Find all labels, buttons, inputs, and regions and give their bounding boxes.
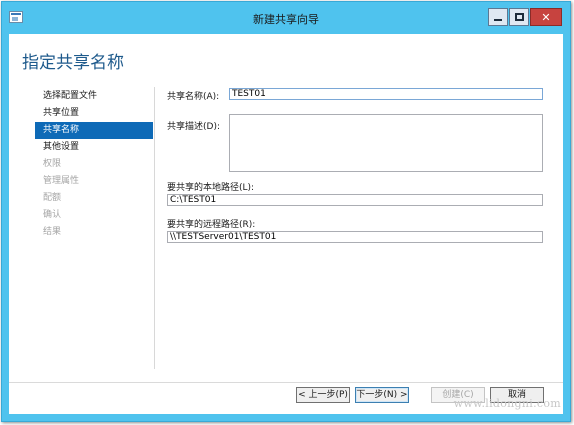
window-title: 新建共享向导	[253, 13, 319, 26]
wizard-window: 新建共享向导 ✕ 指定共享名称 选择配置文件 共享位置 共享名称 其他设置 权限…	[1, 1, 571, 422]
title-bar[interactable]: 新建共享向导 ✕	[2, 2, 570, 34]
minimize-icon	[494, 18, 502, 21]
maximize-button[interactable]	[509, 8, 529, 26]
share-description-textarea[interactable]	[229, 114, 543, 172]
page-title: 指定共享名称	[22, 53, 124, 73]
close-button[interactable]: ✕	[530, 8, 562, 26]
nav-divider	[154, 87, 155, 369]
remote-path-field[interactable]: \\TESTServer01\TEST01	[167, 231, 543, 243]
close-icon: ✕	[541, 10, 551, 24]
nav-item-other-settings[interactable]: 其他设置	[35, 139, 153, 156]
nav-item-management-properties: 管理属性	[43, 176, 80, 186]
maximize-icon	[514, 13, 524, 21]
nav-item-share-name[interactable]: 共享名称	[35, 122, 153, 139]
nav-item-quota: 配额	[43, 193, 62, 203]
share-description-label: 共享描述(D):	[167, 122, 220, 132]
nav-item-results: 结果	[43, 227, 62, 237]
wizard-client-area: 指定共享名称 选择配置文件 共享位置 共享名称 其他设置 权限 管理属性 配额 …	[9, 34, 563, 414]
local-path-label: 要共享的本地路径(L):	[167, 183, 255, 193]
nav-item-confirmation: 确认	[43, 210, 62, 220]
local-path-field[interactable]: C:\TEST01	[167, 194, 543, 206]
nav-item-select-profile[interactable]: 选择配置文件	[35, 88, 153, 105]
minimize-button[interactable]	[488, 8, 508, 26]
wizard-step-nav: 选择配置文件 共享位置 共享名称 其他设置 权限 管理属性 配额 确认 结果	[35, 88, 153, 241]
next-button[interactable]: 下一步(N) >	[355, 387, 409, 403]
watermark-text: www.lidongni.com	[453, 397, 561, 410]
nav-item-permissions: 权限	[43, 159, 62, 169]
share-name-input[interactable]: TEST01	[229, 88, 543, 100]
previous-button[interactable]: < 上一步(P)	[296, 387, 350, 403]
remote-path-label: 要共享的远程路径(R):	[167, 220, 256, 230]
footer-divider	[9, 382, 563, 383]
share-name-label: 共享名称(A):	[167, 92, 220, 102]
nav-item-share-location[interactable]: 共享位置	[35, 105, 153, 122]
